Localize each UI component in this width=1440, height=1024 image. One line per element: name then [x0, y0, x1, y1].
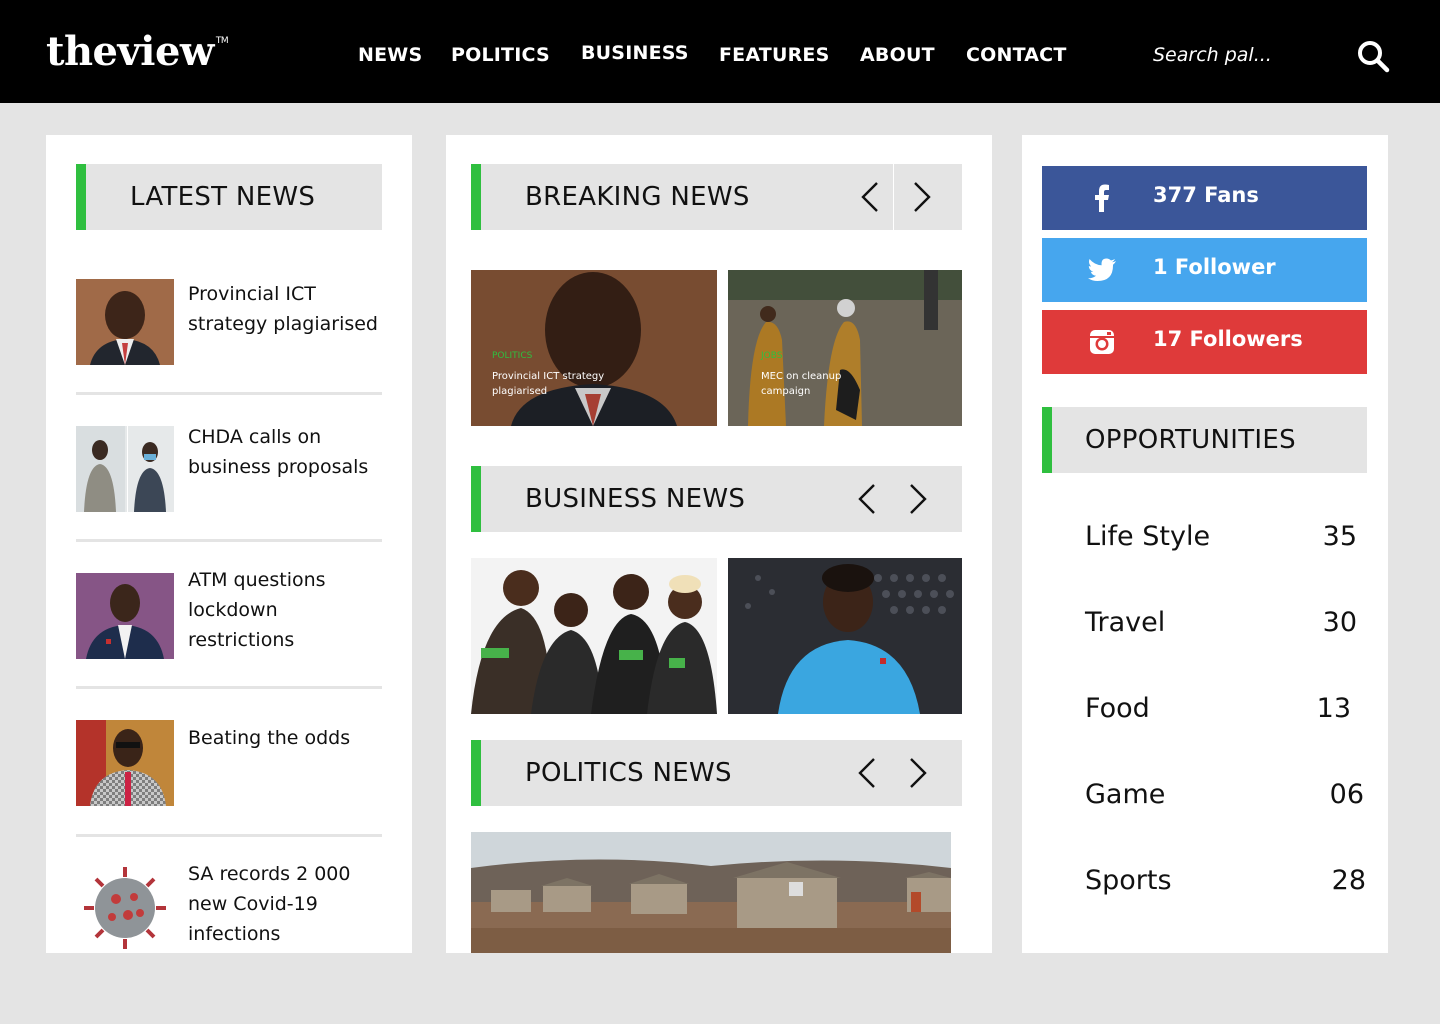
category-name: Life Style — [1085, 521, 1211, 552]
list-item[interactable]: CHDA calls on business proposals — [76, 422, 382, 570]
list-item[interactable]: ATM questions lockdown restrictions — [76, 565, 382, 713]
site-logo[interactable]: theview TM — [46, 28, 229, 75]
business-news-title: BUSINESS NEWS — [525, 484, 746, 514]
twitter-button[interactable]: 1 Follower — [1042, 238, 1367, 302]
breaking-news-card[interactable]: POLITICS Provincial ICT strategy plagiari… — [471, 270, 717, 426]
category-count: 06 — [1329, 779, 1364, 810]
category-name: Game — [1085, 779, 1166, 810]
breaking-news-title: BREAKING NEWS — [525, 182, 750, 212]
category-name: Food — [1085, 693, 1150, 724]
card-caption: MEC on cleanup campaign — [761, 369, 841, 399]
latest-news-title: LATEST NEWS — [130, 182, 316, 212]
facebook-count: 377 Fans — [1153, 183, 1259, 207]
news-thumbnail — [76, 573, 174, 659]
category-item-sports[interactable]: Sports 28 — [1085, 865, 1366, 905]
nav-about[interactable]: ABOUT — [860, 44, 935, 66]
search-icon[interactable] — [1355, 38, 1391, 74]
chevron-left-icon[interactable] — [852, 482, 884, 516]
latest-news-header: LATEST NEWS — [76, 164, 382, 230]
chevron-right-icon[interactable] — [901, 482, 933, 516]
caption-line: plagiarised — [492, 386, 548, 397]
sidebar-panel: 377 Fans 1 Follower 17 Followers OPPORTU… — [1022, 135, 1388, 953]
news-title[interactable]: Provincial ICT strategy plagiarised — [188, 279, 382, 339]
caption-line: campaign — [761, 386, 811, 397]
divider — [76, 392, 382, 395]
category-count: 28 — [1331, 865, 1366, 896]
card-caption: Provincial ICT strategy plagiarised — [492, 369, 604, 399]
news-title[interactable]: SA records 2 000 new Covid-19 infections — [188, 859, 382, 949]
divider — [76, 539, 382, 542]
breaking-news-card[interactable]: JOBS MEC on cleanup campaign — [728, 270, 962, 426]
caption-line: MEC on cleanup — [761, 371, 842, 382]
chevron-right-icon[interactable] — [901, 756, 933, 790]
card-image — [471, 832, 951, 953]
opportunities-title: OPPORTUNITIES — [1085, 425, 1296, 455]
category-count: 30 — [1322, 607, 1357, 638]
list-item[interactable]: SA records 2 000 new Covid-19 infections — [76, 859, 382, 1007]
politics-news-card[interactable] — [471, 832, 951, 953]
divider — [76, 834, 382, 837]
divider — [893, 164, 894, 230]
list-item[interactable]: Beating the odds — [76, 720, 382, 871]
news-title[interactable]: CHDA calls on business proposals — [188, 422, 382, 482]
instagram-icon — [1090, 330, 1114, 354]
nav-news[interactable]: NEWS — [358, 44, 422, 66]
list-item[interactable]: Provincial ICT strategy plagiarised — [76, 279, 382, 427]
logo-trademark: TM — [215, 36, 229, 46]
news-thumbnail — [76, 865, 174, 951]
divider — [76, 686, 382, 689]
politics-news-title: POLITICS NEWS — [525, 758, 732, 788]
latest-news-panel: LATEST NEWS Provincial ICT strategy plag… — [46, 135, 412, 953]
nav-business[interactable]: BUSINESS — [581, 42, 689, 64]
category-name: Travel — [1085, 607, 1166, 638]
news-thumbnail — [76, 279, 174, 365]
twitter-count: 1 Follower — [1153, 255, 1276, 279]
news-title[interactable]: ATM questions lockdown restrictions — [188, 565, 382, 655]
category-count: 13 — [1316, 693, 1351, 724]
chevron-left-icon[interactable] — [855, 180, 887, 214]
card-category: POLITICS — [492, 351, 533, 361]
instagram-count: 17 Followers — [1153, 327, 1303, 351]
business-news-card[interactable] — [471, 558, 717, 714]
facebook-icon — [1095, 184, 1109, 212]
business-news-header: BUSINESS NEWS — [471, 466, 962, 532]
card-image — [471, 270, 717, 426]
instagram-button[interactable]: 17 Followers — [1042, 310, 1367, 374]
chevron-right-icon[interactable] — [905, 180, 937, 214]
card-image — [471, 558, 717, 714]
category-item-travel[interactable]: Travel 30 — [1085, 607, 1357, 647]
category-item-game[interactable]: Game 06 — [1085, 779, 1364, 819]
search-input[interactable]: Search pal... — [1153, 44, 1272, 66]
news-thumbnail — [76, 720, 174, 806]
breaking-news-header: BREAKING NEWS — [471, 164, 962, 230]
nav-contact[interactable]: CONTACT — [966, 44, 1067, 66]
nav-features[interactable]: FEATURES — [719, 44, 829, 66]
category-item-food[interactable]: Food 13 — [1085, 693, 1357, 733]
news-thumbnail — [76, 426, 174, 512]
nav-politics[interactable]: POLITICS — [451, 44, 550, 66]
news-sections-panel: BREAKING NEWS POLITICS Provincial ICT st… — [446, 135, 992, 953]
twitter-icon — [1088, 258, 1116, 281]
logo-text: theview — [46, 28, 214, 75]
facebook-button[interactable]: 377 Fans — [1042, 166, 1367, 230]
news-title[interactable]: Beating the odds — [188, 723, 382, 753]
category-count: 35 — [1322, 521, 1357, 552]
card-image — [728, 270, 962, 426]
opportunities-header: OPPORTUNITIES — [1042, 407, 1367, 473]
politics-news-header: POLITICS NEWS — [471, 740, 962, 806]
category-item-life-style[interactable]: Life Style 35 — [1085, 521, 1357, 561]
card-image — [728, 558, 962, 714]
card-category: JOBS — [761, 351, 783, 361]
chevron-left-icon[interactable] — [852, 756, 884, 790]
caption-line: Provincial ICT strategy — [492, 371, 605, 382]
top-navigation-bar: theview TM NEWS POLITICS BUSINESS FEATURE… — [0, 0, 1440, 103]
business-news-card[interactable] — [728, 558, 962, 714]
category-name: Sports — [1085, 865, 1172, 896]
